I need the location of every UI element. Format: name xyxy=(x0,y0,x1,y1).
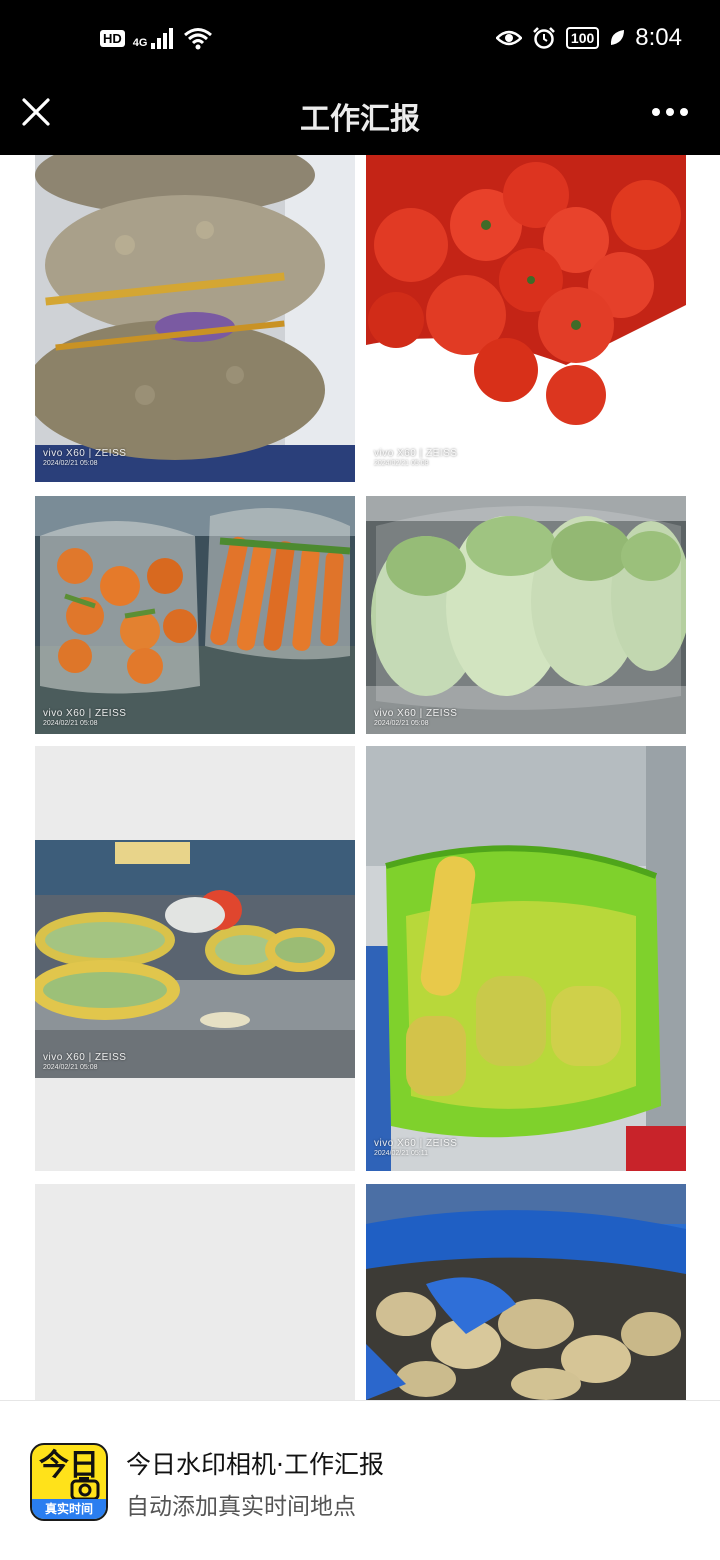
status-bar: HD 4G 100 8:04 xyxy=(0,0,720,80)
watermark: vivo X60 | ZEISS 2024/02/21 05:08 xyxy=(374,448,457,467)
photo-tile-ginger[interactable] xyxy=(366,1184,686,1400)
status-left: HD 4G xyxy=(100,26,213,50)
watermark-brand: vivo X60 | ZEISS xyxy=(374,448,458,459)
watermark-date: 2024/02/21 05:08 xyxy=(374,460,429,467)
photo-carrots xyxy=(35,496,355,734)
watermark: vivo X60 | ZEISS 2024/02/21 05:08 xyxy=(374,708,457,727)
nav-bar: 工作汇报 xyxy=(0,80,720,155)
watermark: vivo X60 | ZEISS 2024/02/21 05:08 xyxy=(43,708,126,727)
photo-tile-tomatoes[interactable]: vivo X60 | ZEISS 2024/02/21 05:08 xyxy=(366,155,686,482)
hd-badge: HD xyxy=(100,29,125,47)
signal-icon xyxy=(151,28,174,49)
watermark: vivo X60 | ZEISS 2024/02/21 05:11 xyxy=(374,1138,457,1157)
page-title: 工作汇报 xyxy=(300,102,420,137)
eye-icon xyxy=(495,30,522,46)
photo-tile-carrots[interactable]: vivo X60 | ZEISS 2024/02/21 05:08 xyxy=(35,496,355,734)
watermark: vivo X60 | ZEISS 2024/02/21 05:08 xyxy=(43,1052,126,1071)
promo-banner[interactable]: 今日 真实时间 今日水印相机·工作汇报 自动添加真实时间地点 xyxy=(0,1400,720,1560)
wifi-icon xyxy=(184,28,213,50)
photo-tile-corn[interactable]: vivo X60 | ZEISS 2024/02/21 05:11 xyxy=(366,746,686,1171)
photo-tomatoes xyxy=(366,155,686,482)
battery-level: 100 xyxy=(565,27,600,49)
app-icon[interactable]: 今日 真实时间 xyxy=(30,1443,108,1521)
photo-tile-greens[interactable]: vivo X60 | ZEISS 2024/02/21 05:08 xyxy=(35,746,355,1171)
banner-subtitle: 自动添加真实时间地点 xyxy=(126,1494,356,1520)
photo-tile-cabbage[interactable]: vivo X60 | ZEISS 2024/02/21 05:08 xyxy=(366,496,686,734)
photo-tile-potatoes[interactable]: vivo X60 | ZEISS 2024/02/21 05:08 xyxy=(35,155,355,482)
watermark-brand: vivo X60 | ZEISS xyxy=(43,708,127,719)
watermark-brand: vivo X60 | ZEISS xyxy=(43,448,127,459)
camera-icon xyxy=(70,1477,100,1501)
watermark-date: 2024/02/21 05:08 xyxy=(43,460,98,467)
signal-group: 4G xyxy=(133,27,176,49)
alarm-icon xyxy=(533,27,555,49)
photo-tile-blank[interactable] xyxy=(35,1184,355,1400)
banner-title: 今日水印相机·工作汇报 xyxy=(126,1450,384,1479)
watermark-brand: vivo X60 | ZEISS xyxy=(374,1138,458,1149)
watermark-date: 2024/02/21 05:11 xyxy=(374,1150,428,1157)
watermark-date: 2024/02/21 05:08 xyxy=(374,720,429,727)
watermark-date: 2024/02/21 05:08 xyxy=(43,1064,98,1071)
watermark-date: 2024/02/21 05:08 xyxy=(43,720,98,727)
watermark-brand: vivo X60 | ZEISS xyxy=(374,708,458,719)
photo-corn xyxy=(366,746,686,1171)
watermark-brand: vivo X60 | ZEISS xyxy=(43,1052,127,1063)
clock: 8:04 xyxy=(635,24,682,51)
watermark: vivo X60 | ZEISS 2024/02/21 05:08 xyxy=(43,448,126,467)
photo-ginger xyxy=(366,1184,686,1400)
network-label: 4G xyxy=(132,37,148,49)
status-right: 100 8:04 xyxy=(495,24,682,52)
leaf-icon xyxy=(611,30,625,45)
app-icon-strip: 真实时间 xyxy=(32,1499,106,1519)
photo-cabbage xyxy=(366,496,686,734)
photo-potatoes xyxy=(35,155,355,482)
photo-greens xyxy=(35,840,355,1078)
photo-grid: vivo X60 | ZEISS 2024/02/21 05:08 vivo X… xyxy=(0,155,720,1400)
more-dots-icon[interactable] xyxy=(650,100,690,124)
